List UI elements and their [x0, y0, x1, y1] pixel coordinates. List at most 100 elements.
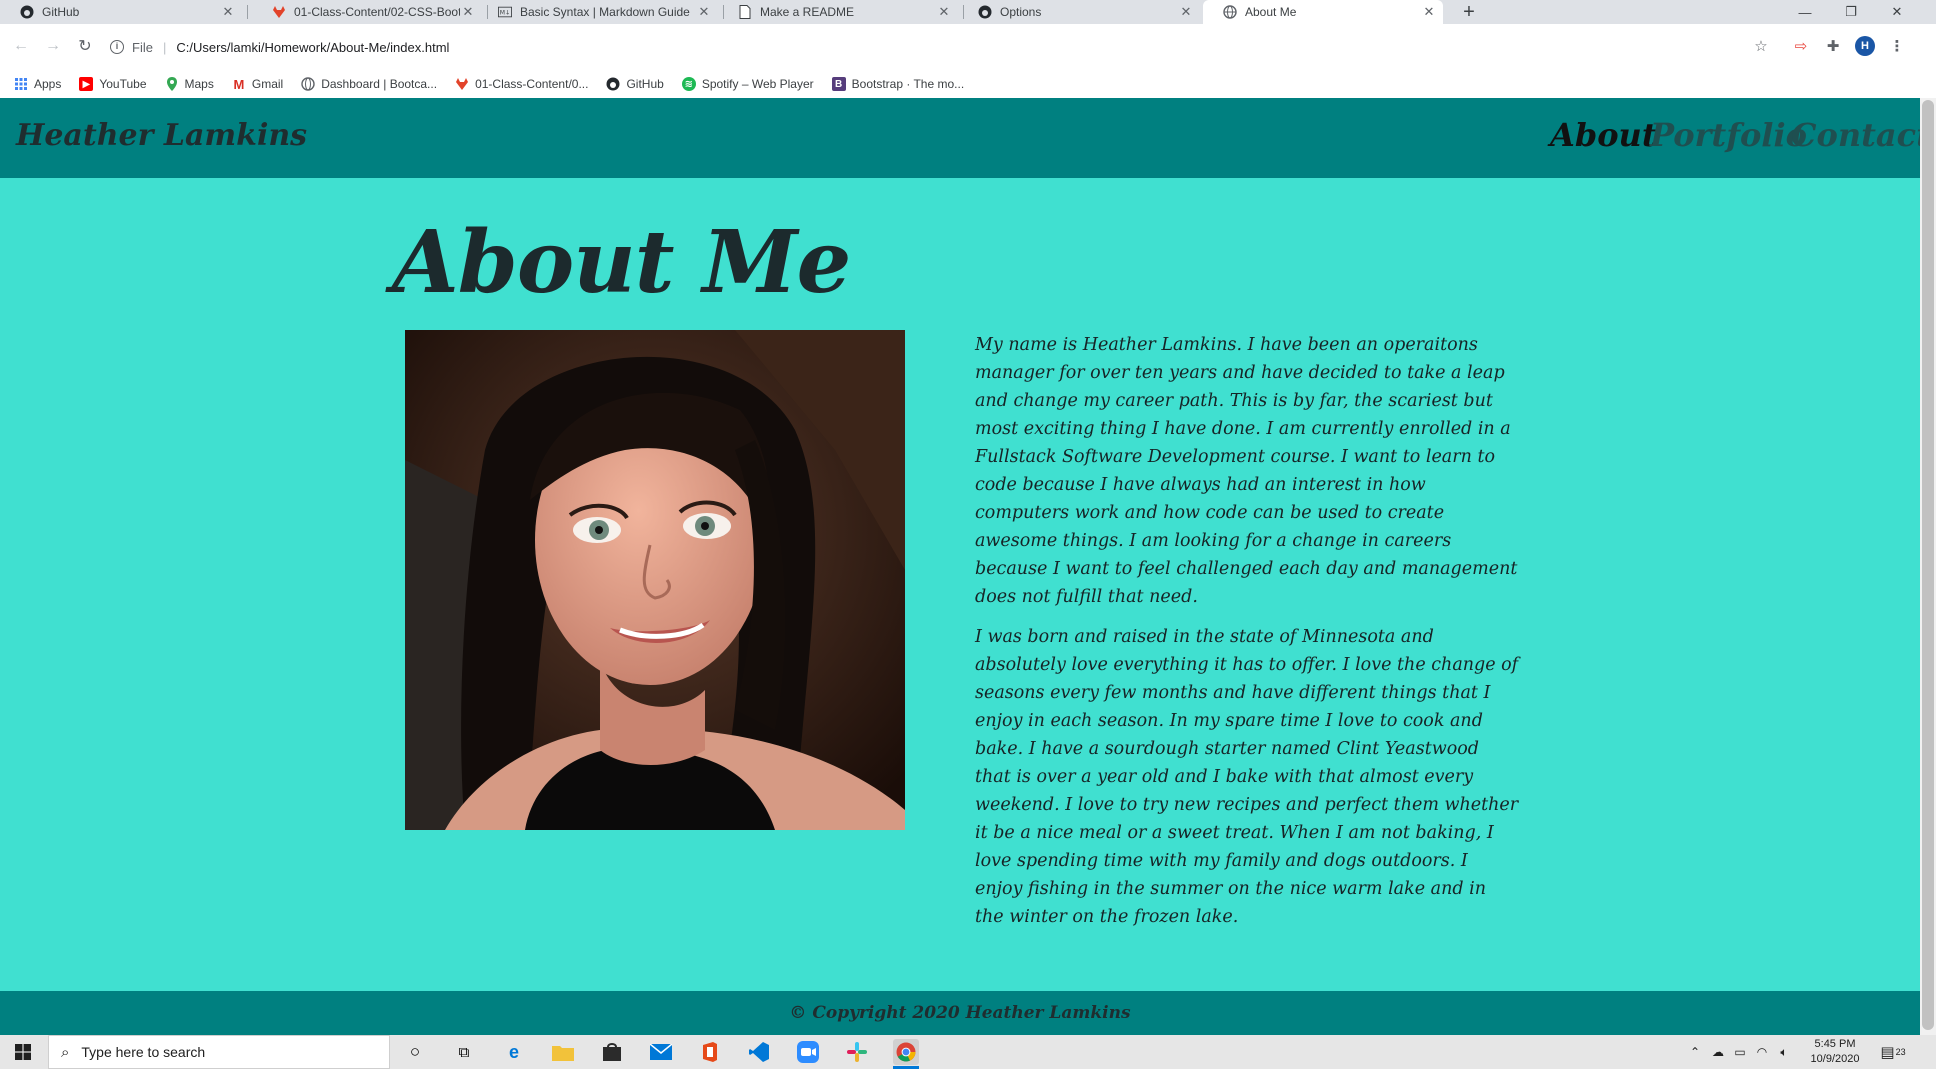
extensions-puzzle-icon[interactable]: ✚	[1822, 35, 1844, 57]
gitlab-icon	[455, 77, 469, 91]
close-icon[interactable]: ✕	[220, 4, 236, 20]
close-window-button[interactable]: ✕	[1874, 0, 1920, 24]
globe-icon	[1223, 5, 1237, 19]
tab-class-content[interactable]: 01-Class-Content/02-CSS-Bootstrap ✕	[252, 0, 482, 24]
site-brand[interactable]: Heather Lamkins	[16, 118, 307, 153]
close-icon[interactable]: ✕	[1178, 4, 1194, 20]
nav-about-link[interactable]: About	[1550, 116, 1657, 154]
new-tab-button[interactable]: +	[1457, 0, 1481, 24]
tab-title: GitHub	[42, 5, 80, 19]
url-divider: |	[162, 39, 167, 55]
copyright-text: © Copyright 2020 Heather Lamkins	[789, 1003, 1131, 1023]
zoom-icon[interactable]	[795, 1039, 821, 1065]
search-icon: ⌕	[61, 1043, 70, 1061]
task-view-icon[interactable]: ⧉	[451, 1039, 477, 1065]
taskbar-clock[interactable]: 5:45 PM 10/9/2020	[1800, 1037, 1870, 1067]
taskbar-search-box[interactable]: ⌕ Type here to search	[48, 1035, 390, 1069]
menu-dots-icon[interactable]: ⋮	[1886, 35, 1908, 57]
vscode-icon[interactable]	[746, 1039, 772, 1065]
tab-make-readme[interactable]: Make a README ✕	[718, 0, 958, 24]
close-icon[interactable]: ✕	[1421, 4, 1437, 20]
cortana-icon[interactable]: ○	[402, 1039, 428, 1065]
bookmark-label: Maps	[184, 77, 214, 91]
clock-date: 10/9/2020	[1810, 1053, 1860, 1065]
extension-share-icon[interactable]: ⇨	[1790, 35, 1812, 57]
globe-icon	[301, 77, 315, 91]
bookmark-spotify[interactable]: ≋ Spotify – Web Player	[681, 77, 814, 91]
wifi-icon[interactable]: ◠	[1752, 1035, 1772, 1069]
bookmark-maps[interactable]: Maps	[165, 77, 214, 91]
gitlab-icon	[272, 5, 286, 19]
windows-start-button[interactable]	[0, 1035, 46, 1069]
apps-grid-icon	[14, 77, 28, 91]
bookmark-label: YouTube	[99, 77, 147, 91]
back-arrow-icon[interactable]: ←	[10, 35, 32, 57]
main-content	[0, 178, 1920, 991]
scrollbar-thumb[interactable]	[1922, 100, 1934, 1030]
info-icon[interactable]: i	[110, 40, 124, 54]
nav-portfolio-link[interactable]: Portfolio	[1650, 116, 1807, 154]
store-icon[interactable]	[599, 1039, 625, 1065]
bookmark-gmail[interactable]: M Gmail	[232, 77, 284, 92]
bookmark-label: GitHub	[626, 77, 664, 91]
volume-icon[interactable]: 🔈︎	[1774, 1035, 1794, 1069]
svg-text:M↓: M↓	[500, 10, 510, 17]
bookmark-star-icon[interactable]: ☆	[1750, 35, 1772, 57]
close-icon[interactable]: ✕	[936, 4, 952, 20]
bookmark-youtube[interactable]: ▶ YouTube	[79, 77, 147, 91]
notification-count: 23	[1895, 1047, 1906, 1057]
onedrive-icon[interactable]: ☁	[1708, 1035, 1728, 1069]
notification-icon: ▤	[1880, 1044, 1895, 1061]
tray-chevron-up-icon[interactable]: ⌃	[1686, 1035, 1704, 1069]
bookmark-github[interactable]: GitHub	[606, 77, 664, 91]
github-icon	[606, 77, 620, 91]
bio-paragraph-1: My name is Heather Lamkins. I have been …	[975, 335, 1518, 607]
restore-button[interactable]: ❐	[1828, 0, 1874, 24]
youtube-icon: ▶	[79, 77, 94, 91]
forward-arrow-icon[interactable]: →	[42, 35, 64, 57]
bio-paragraph-2: I was born and raised in the state of Mi…	[975, 627, 1519, 927]
tab-title: 01-Class-Content/02-CSS-Bootstrap	[294, 5, 460, 19]
bookmark-dashboard[interactable]: Dashboard | Bootca...	[301, 77, 437, 91]
tab-title: Basic Syntax | Markdown Guide	[520, 5, 690, 19]
office-icon[interactable]	[697, 1039, 723, 1065]
windows-logo-icon	[15, 1044, 31, 1060]
bookmark-class-content[interactable]: 01-Class-Content/0...	[455, 77, 588, 91]
bookmark-apps[interactable]: Apps	[14, 77, 61, 91]
bookmark-label: Dashboard | Bootca...	[321, 77, 438, 91]
url-scheme-label: File	[132, 39, 153, 55]
battery-icon[interactable]: ▭	[1730, 1035, 1750, 1069]
file-explorer-icon[interactable]	[550, 1039, 576, 1065]
notification-center-button[interactable]: ▤ 23	[1876, 1035, 1910, 1069]
bookmark-label: 01-Class-Content/0...	[475, 77, 589, 91]
tab-about-me[interactable]: About Me ✕	[1203, 0, 1443, 24]
tab-separator	[247, 5, 248, 19]
edge-browser-icon[interactable]: e	[501, 1039, 527, 1065]
close-icon[interactable]: ✕	[696, 4, 712, 20]
bookmark-label: Apps	[34, 77, 62, 91]
github-icon	[978, 5, 992, 19]
bookmark-label: Gmail	[251, 77, 284, 91]
nav-contact-link[interactable]: Contact	[1791, 116, 1931, 154]
minimize-button[interactable]: —	[1782, 0, 1828, 24]
url-text[interactable]: C:/Users/lamki/Homework/About-Me/index.h…	[176, 40, 449, 55]
bookmark-bootstrap[interactable]: B Bootstrap · The mo...	[831, 77, 964, 91]
profile-initial: H	[1855, 36, 1875, 56]
bookmarks-bar: Apps ▶ YouTube Maps M Gmail Dashboard | …	[0, 70, 1920, 98]
profile-photo	[405, 330, 905, 830]
site-footer: © Copyright 2020 Heather Lamkins	[0, 991, 1920, 1035]
search-placeholder: Type here to search	[81, 1044, 206, 1060]
address-bar[interactable]: i File | C:/Users/lamki/Homework/About-M…	[110, 34, 1770, 60]
slack-icon[interactable]	[844, 1039, 870, 1065]
reload-icon[interactable]: ↻	[74, 35, 96, 57]
profile-avatar[interactable]: H	[1854, 35, 1876, 57]
tab-options[interactable]: Options ✕	[958, 0, 1200, 24]
mail-icon[interactable]	[648, 1039, 674, 1065]
maps-pin-icon	[165, 77, 179, 91]
tab-github[interactable]: GitHub ✕	[0, 0, 242, 24]
close-icon[interactable]: ✕	[460, 4, 476, 20]
tab-title: Options	[1000, 5, 1042, 19]
document-icon	[738, 5, 752, 19]
tab-markdown-guide[interactable]: M↓ Basic Syntax | Markdown Guide ✕	[478, 0, 718, 24]
chrome-icon[interactable]	[893, 1039, 919, 1065]
